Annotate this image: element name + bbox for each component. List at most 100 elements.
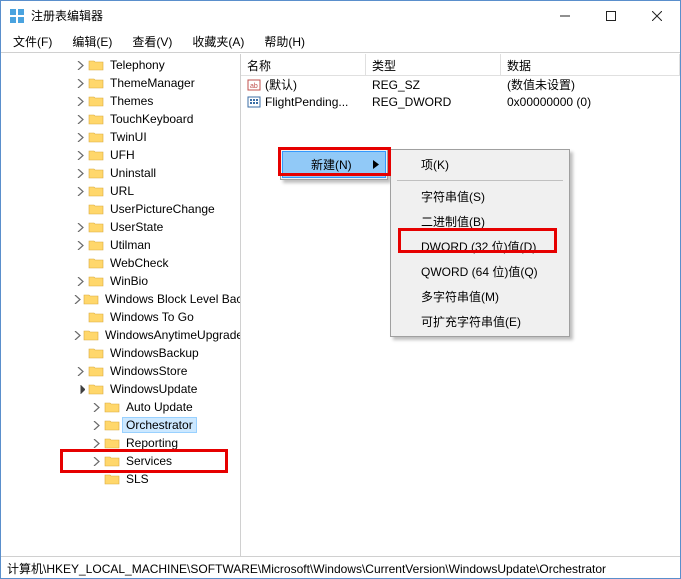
tree-item-themes[interactable]: Themes (3, 92, 240, 110)
ctx-new-item-1[interactable]: 字符串值(S) (393, 184, 567, 209)
col-type[interactable]: 类型 (366, 54, 501, 75)
chevron-right-icon[interactable] (89, 454, 103, 468)
tree-item-label: UFH (107, 148, 138, 162)
chevron-down-icon[interactable] (73, 382, 87, 396)
menu-edit[interactable]: 编辑(E) (64, 31, 120, 52)
tree-pane[interactable]: TelephonyThemeManager Themes TouchKeyboard… (1, 54, 241, 556)
folder-icon (88, 238, 104, 252)
tree-item-utilman[interactable]: Utilman (3, 236, 240, 254)
svg-text:ab: ab (250, 83, 258, 90)
ctx-new-item-6[interactable]: 可扩充字符串值(E) (393, 309, 567, 334)
tree-item-telephony[interactable]: Telephony (3, 56, 240, 74)
col-data[interactable]: 数据 (501, 54, 680, 75)
value-data: (数值未设置) (501, 76, 680, 93)
chevron-right-icon[interactable] (73, 94, 87, 108)
ctx-new-item-2[interactable]: 二进制值(B) (393, 209, 567, 234)
close-button[interactable] (634, 1, 680, 30)
menu-favorites[interactable]: 收藏夹(A) (184, 31, 252, 52)
tree-item-windowsstore[interactable]: WindowsStore (3, 362, 240, 380)
folder-icon (104, 418, 120, 432)
chevron-right-icon[interactable] (89, 418, 103, 432)
ctx-new-item-0[interactable]: 项(K) (393, 152, 567, 177)
tree-item-sls[interactable]: SLS (3, 470, 240, 488)
menu-view[interactable]: 查看(V) (124, 31, 180, 52)
menu-help[interactable]: 帮助(H) (256, 31, 313, 52)
chevron-right-icon[interactable] (73, 364, 87, 378)
tree-item-reporting[interactable]: Reporting (3, 434, 240, 452)
ctx-new-item-4[interactable]: QWORD (64 位)值(Q) (393, 259, 567, 284)
tree-item-services[interactable]: Services (3, 452, 240, 470)
folder-icon (88, 58, 104, 72)
tree-item-label: WinBio (107, 274, 151, 288)
ctx-new-item-3[interactable]: DWORD (32 位)值(D) (393, 234, 567, 259)
ctx-new-item-5[interactable]: 多字符串值(M) (393, 284, 567, 309)
reg-dword-icon (247, 95, 261, 109)
tree-item-thememanager[interactable]: ThemeManager (3, 74, 240, 92)
chevron-right-icon[interactable] (73, 184, 87, 198)
ctx-new[interactable]: 新建(N) (282, 151, 386, 178)
chevron-right-icon[interactable] (73, 58, 87, 72)
tree-item-winbio[interactable]: WinBio (3, 272, 240, 290)
folder-icon (88, 76, 104, 90)
tree-item-auto-update[interactable]: Auto Update (3, 398, 240, 416)
list-row[interactable]: FlightPending...REG_DWORD0x00000000 (0) (241, 93, 680, 110)
chevron-right-icon[interactable] (73, 238, 87, 252)
list-body[interactable]: ab(默认)REG_SZ(数值未设置)FlightPending...REG_D… (241, 76, 680, 110)
tree-item-label: Reporting (123, 436, 181, 450)
menu-file[interactable]: 文件(F) (5, 31, 60, 52)
folder-icon (88, 184, 104, 198)
value-type: REG_SZ (366, 78, 501, 92)
context-menu-new: 项(K) 字符串值(S)二进制值(B)DWORD (32 位)值(D)QWORD … (390, 149, 570, 337)
folder-icon (88, 256, 104, 270)
chevron-right-icon[interactable] (73, 220, 87, 234)
registry-tree: TelephonyThemeManager Themes TouchKeyboard… (1, 54, 240, 490)
chevron-right-icon[interactable] (73, 130, 87, 144)
tree-item-userstate[interactable]: UserState (3, 218, 240, 236)
tree-item-windows-to-go[interactable]: Windows To Go (3, 308, 240, 326)
tree-item-label: UserState (107, 220, 166, 234)
folder-icon (88, 364, 104, 378)
folder-icon (88, 382, 104, 396)
tree-item-windows-block-level-backup[interactable]: Windows Block Level Backup (3, 290, 240, 308)
maximize-button[interactable] (588, 1, 634, 30)
chevron-right-icon[interactable] (73, 328, 82, 342)
col-name[interactable]: 名称 (241, 54, 366, 75)
folder-icon (88, 310, 104, 324)
statusbar: 计算机\HKEY_LOCAL_MACHINE\SOFTWARE\Microsof… (1, 556, 680, 578)
tree-item-userpicturechange[interactable]: UserPictureChange (3, 200, 240, 218)
value-data: 0x00000000 (0) (501, 95, 680, 109)
app-icon (9, 8, 25, 24)
tree-item-label: Themes (107, 94, 156, 108)
tree-item-orchestrator[interactable]: Orchestrator (3, 416, 240, 434)
folder-icon (104, 472, 120, 486)
tree-item-twinui[interactable]: TwinUI (3, 128, 240, 146)
tree-item-windowsanytimeupgrade[interactable]: WindowsAnytimeUpgrade (3, 326, 240, 344)
chevron-right-icon[interactable] (73, 76, 87, 90)
tree-item-touchkeyboard[interactable]: TouchKeyboard (3, 110, 240, 128)
chevron-right-icon[interactable] (89, 400, 103, 414)
minimize-button[interactable] (542, 1, 588, 30)
tree-item-ufh[interactable]: UFH (3, 146, 240, 164)
chevron-right-icon[interactable] (73, 148, 87, 162)
value-name: FlightPending... (265, 95, 348, 109)
tree-item-webcheck[interactable]: WebCheck (3, 254, 240, 272)
chevron-right-icon[interactable] (89, 436, 103, 450)
tree-item-label: URL (107, 184, 137, 198)
tree-item-label: WebCheck (107, 256, 171, 270)
tree-item-windowsupdate[interactable]: WindowsUpdate (3, 380, 240, 398)
folder-icon (88, 112, 104, 126)
tree-item-windowsbackup[interactable]: WindowsBackup (3, 344, 240, 362)
chevron-right-icon (73, 256, 87, 270)
tree-item-url[interactable]: URL (3, 182, 240, 200)
tree-item-label: Auto Update (123, 400, 196, 414)
chevron-right-icon[interactable] (73, 112, 87, 126)
chevron-right-icon[interactable] (73, 166, 87, 180)
chevron-right-icon[interactable] (73, 292, 82, 306)
tree-item-label: Services (123, 454, 175, 468)
tree-item-label: WindowsBackup (107, 346, 202, 360)
tree-item-uninstall[interactable]: Uninstall (3, 164, 240, 182)
chevron-right-icon[interactable] (73, 274, 87, 288)
tree-item-label: Windows To Go (107, 310, 197, 324)
window-title: 注册表编辑器 (31, 7, 542, 24)
list-row[interactable]: ab(默认)REG_SZ(数值未设置) (241, 76, 680, 93)
